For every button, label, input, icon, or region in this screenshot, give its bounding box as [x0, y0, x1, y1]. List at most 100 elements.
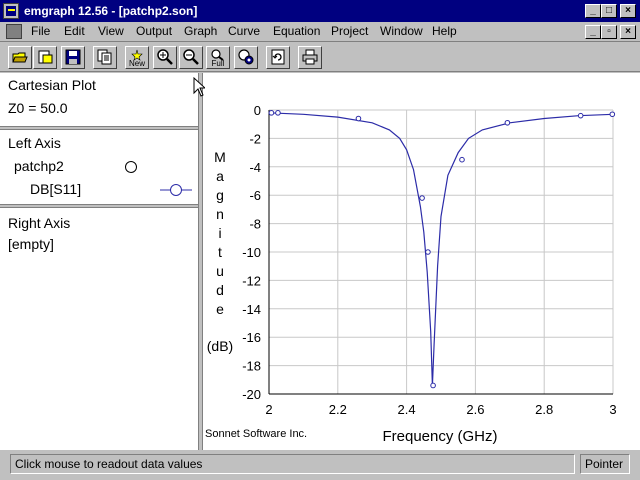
doc-close-button[interactable]: × [620, 25, 636, 39]
app-icon[interactable] [3, 3, 19, 19]
y-axis-label-letter: n [216, 206, 224, 222]
right-axis-heading: Right Axis [8, 215, 71, 231]
right-axis-value: [empty] [8, 236, 54, 252]
data-point [268, 110, 275, 116]
y-tick-label: -16 [242, 330, 261, 345]
save-icon [65, 49, 81, 65]
save-button[interactable] [61, 46, 85, 69]
credit-text: Sonnet Software Inc. [205, 428, 307, 440]
y-tick-label: -2 [249, 131, 261, 146]
left-axis-section[interactable]: Left Axis patchp2 DB[S11] [0, 131, 198, 204]
y-axis-label-letter: t [218, 244, 222, 260]
plot-type-label: Cartesian Plot [8, 77, 96, 93]
status-message: Click mouse to readout data values [10, 454, 575, 474]
y-tick-label: -20 [242, 387, 261, 402]
zoom-out-icon [183, 49, 199, 65]
x-axis-label: Frequency (GHz) [382, 428, 497, 445]
mouse-pointer-icon [193, 77, 205, 97]
refresh-button[interactable] [266, 46, 290, 69]
magnitude-plot[interactable]: 0 -2 -4 -6 -8 -10 -12 -14 -16 -18 -20 2 2.2 2.4 2.6 2.8… [203, 73, 640, 450]
left-axis-heading: Left Axis [8, 135, 61, 151]
y-axis-label-letter: u [216, 263, 224, 279]
copy-icon [97, 49, 112, 65]
x-tick-label: 2 [265, 402, 272, 417]
project-name[interactable]: patchp2 [14, 158, 64, 174]
menu-graph[interactable]: Graph [184, 24, 217, 38]
y-axis-unit: (dB) [207, 338, 233, 354]
y-tick-label: -4 [249, 160, 261, 175]
y-axis-label-letter: g [216, 187, 224, 203]
doc-restore-button[interactable]: ▫ [601, 25, 617, 39]
menu-file[interactable]: File [31, 24, 50, 38]
data-point [504, 119, 511, 126]
y-tick-label: 0 [254, 103, 261, 118]
x-tick-label: 3 [609, 402, 616, 417]
print-button[interactable] [298, 46, 322, 69]
menu-bar: File Edit View Output Graph Curve Equati… [0, 22, 640, 41]
menu-help[interactable]: Help [432, 24, 457, 38]
right-axis-section[interactable]: Right Axis [empty] [0, 209, 198, 450]
menu-edit[interactable]: Edit [64, 24, 85, 38]
y-axis-label-letter: d [216, 282, 224, 298]
y-axis-label-letter: M [214, 149, 226, 165]
menu-view[interactable]: View [98, 24, 124, 38]
z0-label: Z0 = 50.0 [8, 100, 68, 116]
plot-info-section[interactable]: Cartesian Plot Z0 = 50.0 [0, 73, 198, 126]
x-tick-label: 2.6 [466, 402, 484, 417]
curve-name[interactable]: DB[S11] [30, 181, 81, 197]
zoom-out-button[interactable] [179, 46, 203, 69]
settings-icon [238, 49, 254, 65]
open-project-icon [38, 50, 53, 64]
data-point [459, 156, 465, 163]
y-tick-label: -8 [249, 217, 261, 232]
maximize-button[interactable]: □ [601, 4, 617, 18]
section-divider [0, 204, 198, 208]
y-tick-label: -10 [242, 245, 261, 260]
y-axis-label-letter: e [216, 301, 224, 317]
data-point [609, 111, 616, 118]
data-point [577, 112, 584, 119]
zoom-full-button[interactable]: Full [206, 46, 230, 69]
project-marker-icon [125, 161, 137, 173]
document-icon[interactable] [6, 24, 22, 39]
data-point [419, 195, 425, 201]
x-tick-label: 2.8 [535, 402, 553, 417]
menu-project[interactable]: Project [331, 24, 368, 38]
open-button[interactable] [8, 46, 32, 69]
open-project-button[interactable] [33, 46, 57, 69]
zoom-in-button[interactable] [153, 46, 177, 69]
open-folder-icon [12, 52, 28, 63]
y-tick-label: -18 [242, 359, 261, 374]
x-tick-label: 2.4 [398, 402, 416, 417]
y-tick-label: -14 [242, 302, 261, 317]
graph-area[interactable]: 0 -2 -4 -6 -8 -10 -12 -14 -16 -18 -20 2 2.2 2.4 2.6 2.8… [203, 73, 640, 450]
y-axis-label-letter: a [216, 168, 224, 184]
data-point [355, 115, 362, 122]
curve-legend-icon [160, 184, 192, 196]
new-graph-label: New [128, 59, 145, 68]
refresh-icon [271, 49, 285, 65]
data-point [425, 249, 431, 255]
title-bar: emgraph 12.56 - [patchp2.son] _ □ × [0, 0, 640, 22]
y-axis-label-letter: i [218, 225, 221, 241]
menu-equation[interactable]: Equation [273, 24, 320, 38]
y-tick-label: -12 [242, 273, 261, 288]
window-title: emgraph 12.56 - [patchp2.son] [24, 4, 198, 18]
copy-button[interactable] [93, 46, 117, 69]
toolbar: New Full [0, 41, 640, 72]
status-bar: Click mouse to readout data values Point… [0, 452, 640, 480]
zoom-in-icon [157, 49, 173, 65]
menu-window[interactable]: Window [380, 24, 423, 38]
menu-curve[interactable]: Curve [228, 24, 260, 38]
data-point [430, 382, 436, 389]
close-button[interactable]: × [620, 4, 636, 18]
minimize-button[interactable]: _ [585, 4, 601, 18]
section-divider [0, 126, 198, 130]
zoom-full-label: Full [211, 59, 225, 68]
menu-output[interactable]: Output [136, 24, 172, 38]
settings-button[interactable] [234, 46, 258, 69]
doc-minimize-button[interactable]: _ [585, 25, 601, 39]
print-icon [302, 49, 318, 65]
new-graph-button[interactable]: New [125, 46, 149, 69]
series-line [268, 112, 614, 386]
